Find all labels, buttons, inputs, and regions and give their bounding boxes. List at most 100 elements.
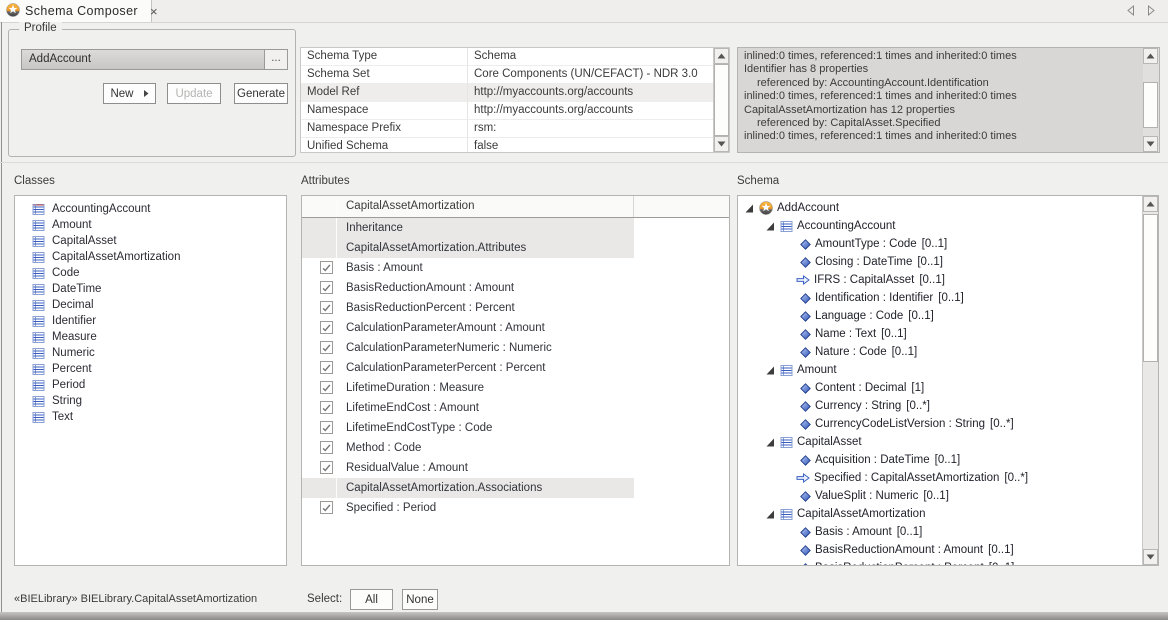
scroll-down-icon[interactable] [1143, 136, 1158, 152]
expand-icon[interactable] [766, 366, 775, 375]
select-all-button[interactable]: All [350, 589, 393, 610]
property-row[interactable]: Schema SetCore Components (UN/CEFACT) - … [301, 66, 713, 84]
schema-tree-row[interactable]: IFRS : CapitalAsset[0..1] [738, 271, 1141, 289]
attribute-row[interactable]: LifetimeDuration : Measure [302, 378, 729, 398]
schema-tree-row[interactable]: AccountingAccount [738, 217, 1141, 235]
new-button[interactable]: New [103, 83, 156, 104]
expand-icon[interactable] [766, 438, 775, 447]
schema-tree-row[interactable]: AmountType : Code[0..1] [738, 235, 1141, 253]
attribute-checkbox[interactable] [320, 321, 333, 334]
schema-tree-row[interactable]: Amount [738, 361, 1141, 379]
property-row[interactable]: Namespace Prefixrsm: [301, 120, 713, 138]
schema-tree-row[interactable]: Content : Decimal[1] [738, 379, 1141, 397]
attribute-checkbox[interactable] [320, 281, 333, 294]
class-list-item[interactable]: Text [15, 409, 286, 425]
attribute-row[interactable]: Method : Code [302, 438, 729, 458]
attribute-group-row[interactable]: CapitalAssetAmortization.Attributes [302, 238, 729, 258]
attribute-row[interactable]: CalculationParameterNumeric : Numeric [302, 338, 729, 358]
class-list-item[interactable]: String [15, 393, 286, 409]
schema-tree-row[interactable]: CurrencyCodeListVersion : String[0..*] [738, 415, 1141, 433]
class-list-item[interactable]: CapitalAsset [15, 233, 286, 249]
scroll-down-icon[interactable] [1143, 549, 1158, 565]
scrollbar-thumb[interactable] [714, 64, 729, 136]
attribute-checkbox[interactable] [320, 381, 333, 394]
log-scrollbar[interactable] [1143, 48, 1159, 152]
schema-tree-row[interactable]: Basis : Amount[0..1] [738, 523, 1141, 541]
attribute-row[interactable]: BasisReductionAmount : Amount [302, 278, 729, 298]
update-button[interactable]: Update [167, 83, 221, 104]
attribute-checkbox[interactable] [320, 341, 333, 354]
attribute-checkbox[interactable] [320, 501, 333, 514]
class-list-item[interactable]: Period [15, 377, 286, 393]
class-list-item[interactable]: Measure [15, 329, 286, 345]
schema-tree-row[interactable]: BasisReductionPercent : Percent[0..1] [738, 559, 1141, 566]
attribute-row[interactable]: LifetimeEndCost : Amount [302, 398, 729, 418]
attribute-row[interactable]: Basis : Amount [302, 258, 729, 278]
attribute-checkbox[interactable] [320, 441, 333, 454]
schema-tree-row[interactable]: BasisReductionAmount : Amount[0..1] [738, 541, 1141, 559]
attribute-row[interactable]: LifetimeEndCostType : Code [302, 418, 729, 438]
attribute-group-row[interactable]: CapitalAssetAmortization.Associations [302, 478, 729, 498]
attribute-row[interactable]: CalculationParameterAmount : Amount [302, 318, 729, 338]
class-list-item[interactable]: Numeric [15, 345, 286, 361]
schema-tree-row[interactable]: ValueSplit : Numeric[0..1] [738, 487, 1141, 505]
tab-schema-composer[interactable]: Schema Composer × [0, 0, 152, 22]
attribute-row[interactable]: CalculationParameterPercent : Percent [302, 358, 729, 378]
select-none-button[interactable]: None [402, 589, 438, 610]
schema-tree-row[interactable]: Closing : DateTime[0..1] [738, 253, 1141, 271]
class-list-item[interactable]: Code [15, 265, 286, 281]
attribute-row[interactable]: BasisReductionPercent : Percent [302, 298, 729, 318]
expand-icon[interactable] [766, 222, 775, 231]
schema-tree-row[interactable]: Nature : Code[0..1] [738, 343, 1141, 361]
expand-icon[interactable] [766, 510, 775, 519]
scroll-up-icon[interactable] [1143, 48, 1158, 64]
class-list-item[interactable]: Percent [15, 361, 286, 377]
attribute-row[interactable]: Specified : Period [302, 498, 729, 518]
scroll-down-icon[interactable] [714, 136, 729, 152]
class-list-item[interactable]: Decimal [15, 297, 286, 313]
attribute-checkbox[interactable] [320, 461, 333, 474]
scrollbar-thumb[interactable] [1143, 214, 1158, 362]
schema-scrollbar[interactable] [1142, 196, 1158, 565]
generate-button[interactable]: Generate [234, 83, 288, 104]
attribute-checkbox[interactable] [320, 401, 333, 414]
schema-tree-row[interactable]: CapitalAssetAmortization [738, 505, 1141, 523]
class-list-item[interactable]: Identifier [15, 313, 286, 329]
schema-tree-row[interactable]: Acquisition : DateTime[0..1] [738, 451, 1141, 469]
profile-name-value[interactable]: AddAccount [22, 50, 264, 69]
property-row[interactable]: Unified Schemafalse [301, 138, 713, 153]
arrow-icon [796, 473, 810, 483]
class-list-item[interactable]: Amount [15, 217, 286, 233]
property-row[interactable]: Model Refhttp://myaccounts.org/accounts [301, 84, 713, 102]
schema-properties-table: Schema TypeSchemaSchema SetCore Componen… [300, 47, 730, 153]
attribute-checkbox[interactable] [320, 301, 333, 314]
class-list-item[interactable]: CapitalAssetAmortization [15, 249, 286, 265]
browse-button[interactable]: ... [264, 50, 287, 69]
schema-tree-row[interactable]: Language : Code[0..1] [738, 307, 1141, 325]
attribute-checkbox[interactable] [320, 421, 333, 434]
properties-scrollbar[interactable] [713, 48, 729, 152]
schema-tree-row[interactable]: Identification : Identifier[0..1] [738, 289, 1141, 307]
attribute-checkbox[interactable] [320, 361, 333, 374]
schema-tree-row[interactable]: Currency : String[0..*] [738, 397, 1141, 415]
class-list-item[interactable]: DateTime [15, 281, 286, 297]
attribute-checkbox[interactable] [320, 261, 333, 274]
schema-tree-row[interactable]: Specified : CapitalAssetAmortization[0..… [738, 469, 1141, 487]
profile-name-field[interactable]: AddAccount ... [21, 49, 288, 70]
tab-scroll-right-icon[interactable] [1146, 4, 1156, 20]
property-row[interactable]: Namespacehttp://myaccounts.org/accounts [301, 102, 713, 120]
class-list-item[interactable]: AccountingAccount [15, 201, 286, 217]
attribute-row[interactable]: ResidualValue : Amount [302, 458, 729, 478]
tab-close-icon[interactable]: × [150, 5, 158, 18]
tab-scroll-left-icon[interactable] [1126, 4, 1136, 20]
scrollbar-thumb[interactable] [1143, 82, 1158, 128]
schema-tree-row[interactable]: CapitalAsset [738, 433, 1141, 451]
scroll-up-icon[interactable] [714, 48, 729, 64]
schema-tree-row[interactable]: Name : Text[0..1] [738, 325, 1141, 343]
schema-tree-row[interactable]: AddAccount [738, 199, 1141, 217]
generate-button-label: Generate [237, 88, 285, 100]
expand-icon[interactable] [745, 204, 754, 213]
attribute-group-row[interactable]: Inheritance [302, 218, 729, 238]
scroll-up-icon[interactable] [1143, 196, 1158, 212]
property-row[interactable]: Schema TypeSchema [301, 48, 713, 66]
